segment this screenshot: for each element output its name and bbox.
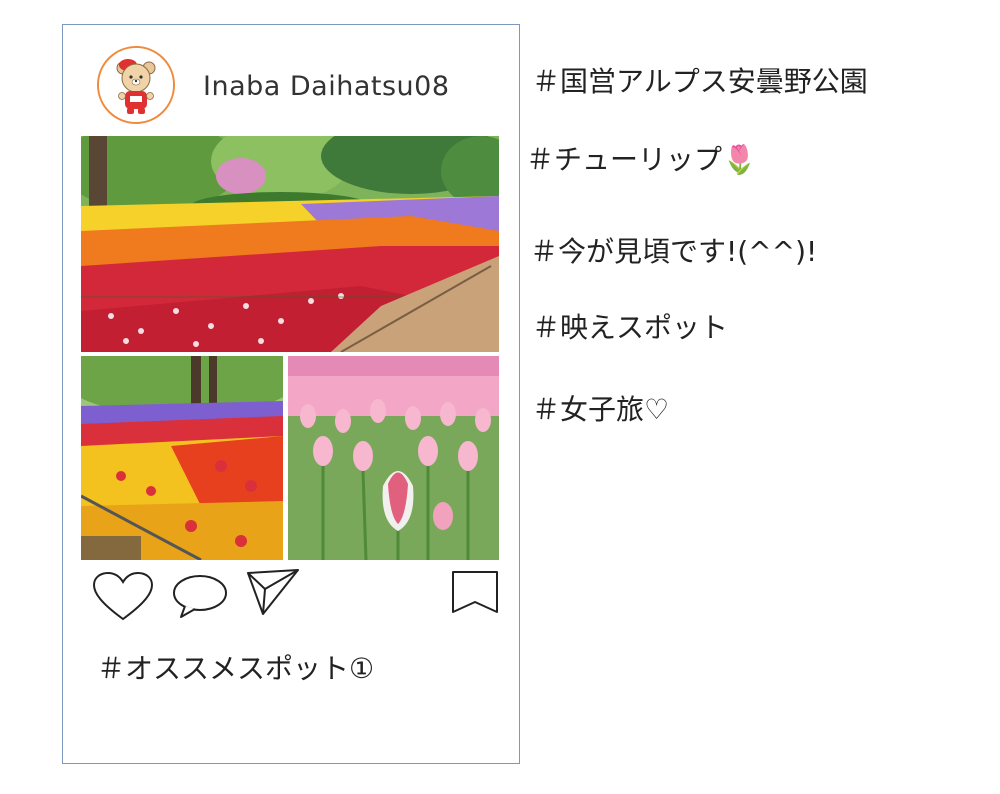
heart-icon[interactable] [91,571,155,623]
bear-mascot-icon [99,48,173,122]
username[interactable]: Inaba Daihatsu08 [203,71,450,102]
bookmark-icon[interactable] [451,570,499,616]
post-caption: ＃オススメスポット① [97,652,375,685]
hashtag-tulip[interactable]: ＃チューリップ🌷 [526,138,757,178]
photo-tulips-left[interactable] [81,356,283,560]
hashtag-best-time[interactable]: ＃今が見頃です!(^^)! [530,230,817,270]
photo-main-tulip-field[interactable] [81,136,499,352]
photo-pink-tulips[interactable] [288,356,499,560]
post-card: Inaba Daihatsu08 ＃オススメスポット① [62,24,520,764]
paper-plane-icon[interactable] [245,567,301,617]
avatar[interactable] [97,46,175,124]
speech-bubble-icon[interactable] [171,573,229,621]
hashtag-photo-spot[interactable]: ＃映えスポット [532,306,728,346]
hashtag-girls-trip[interactable]: ＃女子旅♡ [532,388,669,428]
hashtag-park[interactable]: ＃国営アルプス安曇野公園 [532,60,868,100]
